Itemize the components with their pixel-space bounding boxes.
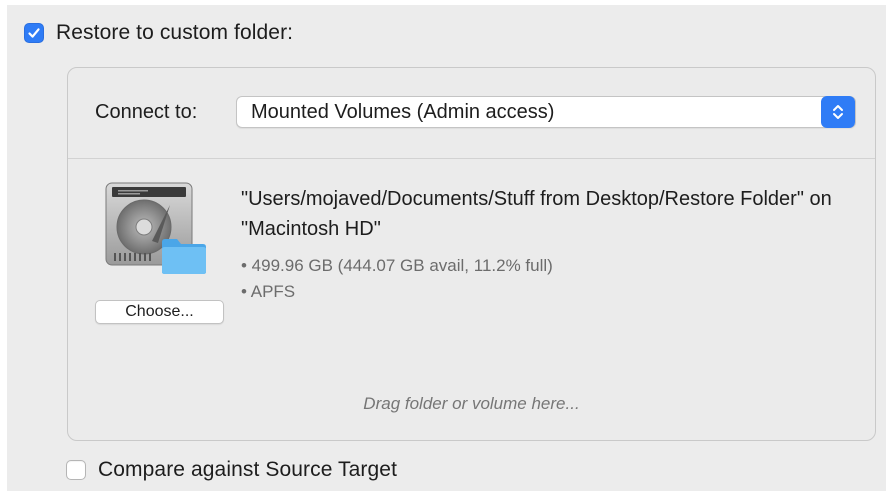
connect-to-select[interactable]: Mounted Volumes (Admin access) [236,96,856,128]
window-edge-bottom [0,491,889,495]
compare-source-option[interactable]: Compare against Source Target [66,458,397,482]
restore-custom-folder-checkbox[interactable] [24,23,44,43]
volume-format: • APFS [241,282,296,301]
compare-source-checkbox[interactable] [66,460,86,480]
connect-to-row: Connect to: Mounted Volumes (Admin acces… [68,68,875,159]
volume-capacity: • 499.96 GB (444.07 GB avail, 11.2% full… [241,256,553,275]
connect-to-label: Connect to: [95,101,198,123]
connect-to-selected-value: Mounted Volumes (Admin access) [251,101,555,123]
destination-panel: Connect to: Mounted Volumes (Admin acces… [67,67,876,441]
restore-custom-folder-option[interactable]: Restore to custom folder: [24,21,293,45]
drop-zone-hint[interactable]: Drag folder or volume here... [68,394,875,414]
window-edge-top [0,0,889,5]
folder-icon [160,236,208,276]
checkmark-icon [28,28,40,38]
compare-source-label: Compare against Source Target [98,458,398,481]
window-edge-left [0,0,7,495]
destination-path: "Users/mojaved/Documents/Stuff from Desk… [241,188,832,240]
restore-custom-folder-label: Restore to custom folder: [56,21,294,44]
choose-button[interactable]: Choose... [95,300,224,324]
up-down-chevron-icon[interactable] [821,96,855,128]
